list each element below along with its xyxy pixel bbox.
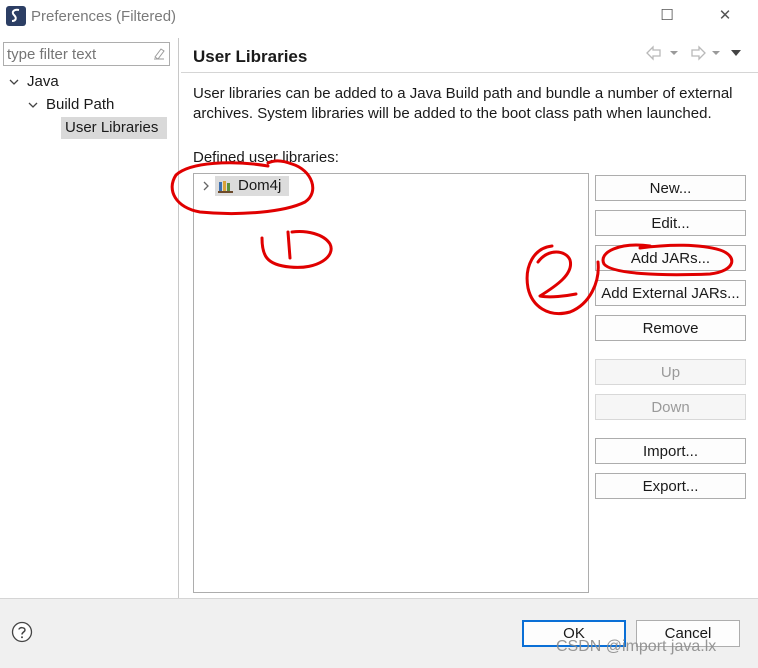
forward-arrow-icon [691,45,706,61]
tree-item-label: Java [27,73,59,90]
watermark: CSDN @import java.lx [556,638,717,655]
add-jars-button[interactable]: Add JARs... [595,245,746,271]
page-description: User libraries can be added to a Java Bu… [193,85,733,122]
chevron-right-icon[interactable] [201,180,211,192]
window-title: Preferences (Filtered) [31,8,177,25]
view-menu-icon [731,50,741,56]
export-button[interactable]: Export... [595,473,746,499]
tree-item-label: Build Path [46,96,115,113]
title-bar: Preferences (Filtered) ☐ ✕ [0,0,758,34]
down-button[interactable]: Down [595,394,746,420]
tree-item-label: User Libraries [65,119,159,136]
chevron-down-icon[interactable] [27,99,39,111]
back-arrow-icon [646,45,661,61]
header-divider [181,72,758,73]
back-dropdown-icon [670,51,678,55]
maximize-icon[interactable]: ☐ [652,5,682,27]
libraries-label: Defined user libraries: [193,149,339,166]
library-icon [218,181,233,193]
forward-dropdown-icon [712,51,720,55]
help-icon[interactable] [11,621,33,643]
close-icon[interactable]: ✕ [710,5,740,27]
eclipse-app-icon [6,6,26,26]
chevron-down-icon[interactable] [8,76,20,88]
user-libraries-list[interactable] [193,173,589,593]
new-button[interactable]: New... [595,175,746,201]
library-name: Dom4j [238,177,282,194]
filter-field[interactable] [3,42,170,66]
clear-filter-icon[interactable] [152,46,166,60]
import-button[interactable]: Import... [595,438,746,464]
remove-button[interactable]: Remove [595,315,746,341]
filter-input[interactable] [7,44,145,64]
pane-splitter[interactable] [178,38,179,598]
up-button[interactable]: Up [595,359,746,385]
history-nav[interactable] [645,44,745,64]
tree-item-user-libraries[interactable]: User Libraries [61,117,167,139]
edit-button[interactable]: Edit... [595,210,746,236]
page-title: User Libraries [193,47,308,66]
add-external-jars-button[interactable]: Add External JARs... [595,280,746,306]
